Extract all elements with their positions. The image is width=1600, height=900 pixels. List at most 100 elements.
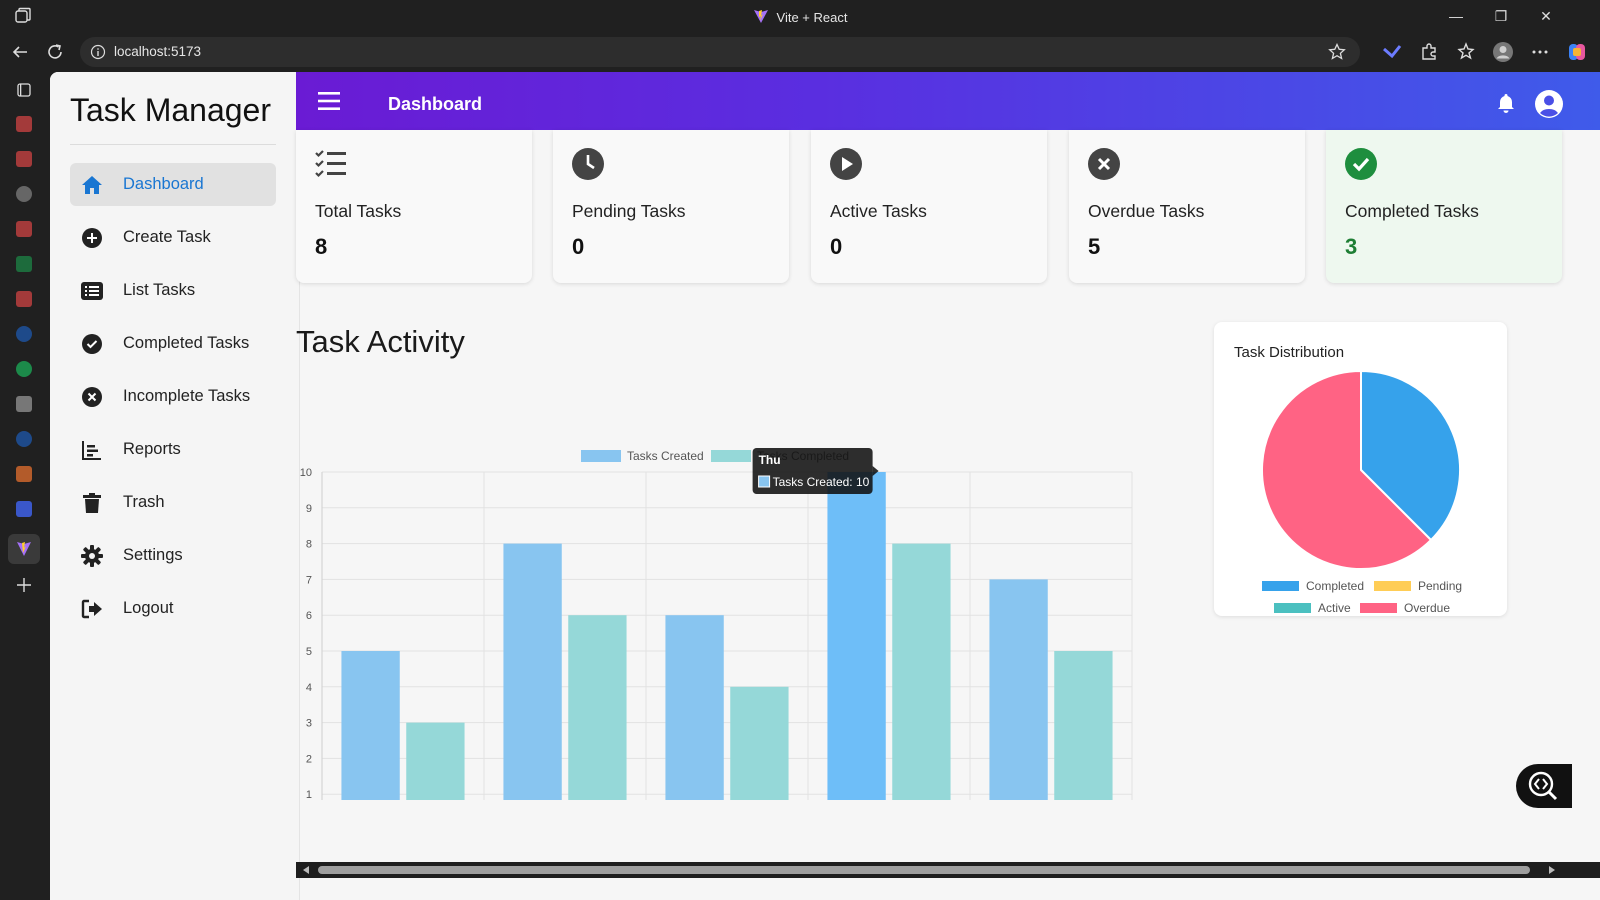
hamburger-menu-icon[interactable] xyxy=(318,91,340,111)
stat-label: Pending Tasks xyxy=(572,201,686,221)
y-tick-label: 2 xyxy=(306,753,312,765)
tooltip-text: Tasks Created: 10 xyxy=(773,475,870,489)
minimize-button[interactable]: — xyxy=(1446,6,1466,26)
stat-card-overdue: Overdue Tasks 5 xyxy=(1069,130,1305,283)
stat-label: Active Tasks xyxy=(830,201,927,221)
y-tick-label: 7 xyxy=(306,574,312,586)
sidebar-item-list-tasks[interactable]: List Tasks xyxy=(70,269,276,312)
sidebar-item-incomplete-tasks[interactable]: Incomplete Tasks xyxy=(70,375,276,418)
legend-swatch xyxy=(1374,581,1411,591)
task-activity-bar-chart[interactable]: 012345678910MonTueWedThuFriTasks Created… xyxy=(296,370,1156,800)
back-arrow-icon[interactable] xyxy=(10,42,30,62)
notification-bell-icon[interactable] xyxy=(1495,92,1517,114)
document-tab-icon[interactable] xyxy=(16,396,32,412)
settings-tab-icon[interactable] xyxy=(16,186,32,202)
x-circle-icon xyxy=(1088,148,1120,180)
browser-toolbar: localhost:5173 xyxy=(0,32,1600,72)
task-distribution-card: Task Distribution Completed Pending Active… xyxy=(1214,322,1507,616)
tooltip-swatch xyxy=(758,475,771,488)
legend-label: Completed xyxy=(1306,579,1364,593)
check-circle-icon xyxy=(1345,148,1377,180)
task-activity-title: Task Activity xyxy=(296,324,465,359)
new-tab-plus-icon[interactable] xyxy=(16,577,32,593)
close-button[interactable]: ✕ xyxy=(1536,6,1556,26)
favorite-star-icon[interactable] xyxy=(1328,43,1346,61)
stat-value: 3 xyxy=(1345,234,1358,259)
check-circle-icon xyxy=(80,332,104,356)
info-icon[interactable] xyxy=(90,44,106,60)
address-bar[interactable]: localhost:5173 xyxy=(80,37,1360,67)
extension-shield-icon[interactable] xyxy=(1381,41,1403,63)
bar-created xyxy=(989,579,1048,800)
sidebar-item-label: Logout xyxy=(123,599,174,617)
x-circle-icon xyxy=(80,385,104,409)
task-distribution-pie-chart[interactable]: Completed Pending Active Overdue xyxy=(1214,322,1507,616)
sidebar-item-create-task[interactable]: Create Task xyxy=(70,216,276,259)
stat-label: Overdue Tasks xyxy=(1088,201,1205,221)
extensions-puzzle-icon[interactable] xyxy=(1418,41,1440,63)
search-tab-icon[interactable] xyxy=(16,326,32,342)
sidebar: Task Manager Dashboard Create Task List … xyxy=(50,72,300,900)
scroll-left-arrow-icon[interactable] xyxy=(302,866,310,874)
trash-icon xyxy=(80,491,104,515)
pdf-tab-icon[interactable] xyxy=(16,151,32,167)
search-tab-icon[interactable] xyxy=(16,431,32,447)
bar-chart-icon xyxy=(80,438,104,462)
sidebar-item-label: Create Task xyxy=(123,228,211,246)
plus-circle-icon xyxy=(80,226,104,250)
legend-swatch xyxy=(1274,603,1311,613)
devtools-inspect-button[interactable] xyxy=(1516,764,1572,808)
tag-tab-icon[interactable] xyxy=(16,466,32,482)
y-tick-label: 9 xyxy=(306,503,312,515)
window-titlebar: Vite + React — ❐ ✕ xyxy=(0,0,1600,32)
copilot-icon[interactable] xyxy=(1566,41,1588,63)
stat-value: 0 xyxy=(830,234,843,259)
scrollbar-thumb[interactable] xyxy=(318,866,1530,874)
horizontal-scrollbar[interactable] xyxy=(296,862,1600,878)
tag-tab-icon[interactable] xyxy=(16,501,32,517)
y-tick-label: 8 xyxy=(306,539,312,551)
profile-avatar-icon[interactable] xyxy=(1492,41,1514,63)
pdf-tab-icon[interactable] xyxy=(16,221,32,237)
restore-button[interactable]: ❐ xyxy=(1491,6,1511,26)
stat-value: 8 xyxy=(315,234,328,259)
code-search-icon xyxy=(1528,771,1558,801)
favorites-icon[interactable] xyxy=(1456,41,1478,63)
bar-completed xyxy=(1054,651,1113,800)
sidebar-item-trash[interactable]: Trash xyxy=(70,481,276,524)
window-title-text: Vite + React xyxy=(776,10,848,25)
stat-card-pending: Pending Tasks 0 xyxy=(553,130,789,283)
sidebar-item-settings[interactable]: Settings xyxy=(70,534,276,577)
play-icon xyxy=(830,148,862,180)
sidebar-item-reports[interactable]: Reports xyxy=(70,428,276,471)
spreadsheet-tab-icon[interactable] xyxy=(16,256,32,272)
sidebar-item-label: Dashboard xyxy=(123,175,204,193)
stat-card-active: Active Tasks 0 xyxy=(811,130,1047,283)
sidebar-item-label: List Tasks xyxy=(123,281,196,299)
stat-card-total: Total Tasks 8 xyxy=(296,130,532,283)
home-icon xyxy=(80,173,104,197)
leaf-tab-icon[interactable] xyxy=(16,361,32,377)
pdf-tab-icon[interactable] xyxy=(16,291,32,307)
pdf-tab-icon[interactable] xyxy=(16,116,32,132)
user-account-icon[interactable] xyxy=(1534,89,1564,119)
sidebar-item-dashboard[interactable]: Dashboard xyxy=(70,163,276,206)
scroll-right-arrow-icon[interactable] xyxy=(1548,866,1556,874)
window-title: Vite + React xyxy=(0,8,1600,25)
more-options-icon[interactable] xyxy=(1529,41,1551,63)
tab-panel-icon[interactable] xyxy=(16,82,32,98)
legend-label: Active xyxy=(1318,601,1351,615)
sidebar-item-completed-tasks[interactable]: Completed Tasks xyxy=(70,322,276,365)
vite-tab-icon[interactable] xyxy=(8,534,40,564)
app-brand: Task Manager xyxy=(70,92,271,128)
bar-created xyxy=(503,543,562,800)
stat-label: Total Tasks xyxy=(315,201,402,221)
legend-swatch xyxy=(711,450,751,462)
page-title: Dashboard xyxy=(388,94,483,114)
clock-icon xyxy=(572,148,604,180)
sidebar-item-label: Reports xyxy=(123,440,181,458)
refresh-icon[interactable] xyxy=(45,42,65,62)
sidebar-divider xyxy=(70,144,276,145)
sidebar-item-logout[interactable]: Logout xyxy=(70,587,276,630)
legend-swatch xyxy=(1262,581,1299,591)
